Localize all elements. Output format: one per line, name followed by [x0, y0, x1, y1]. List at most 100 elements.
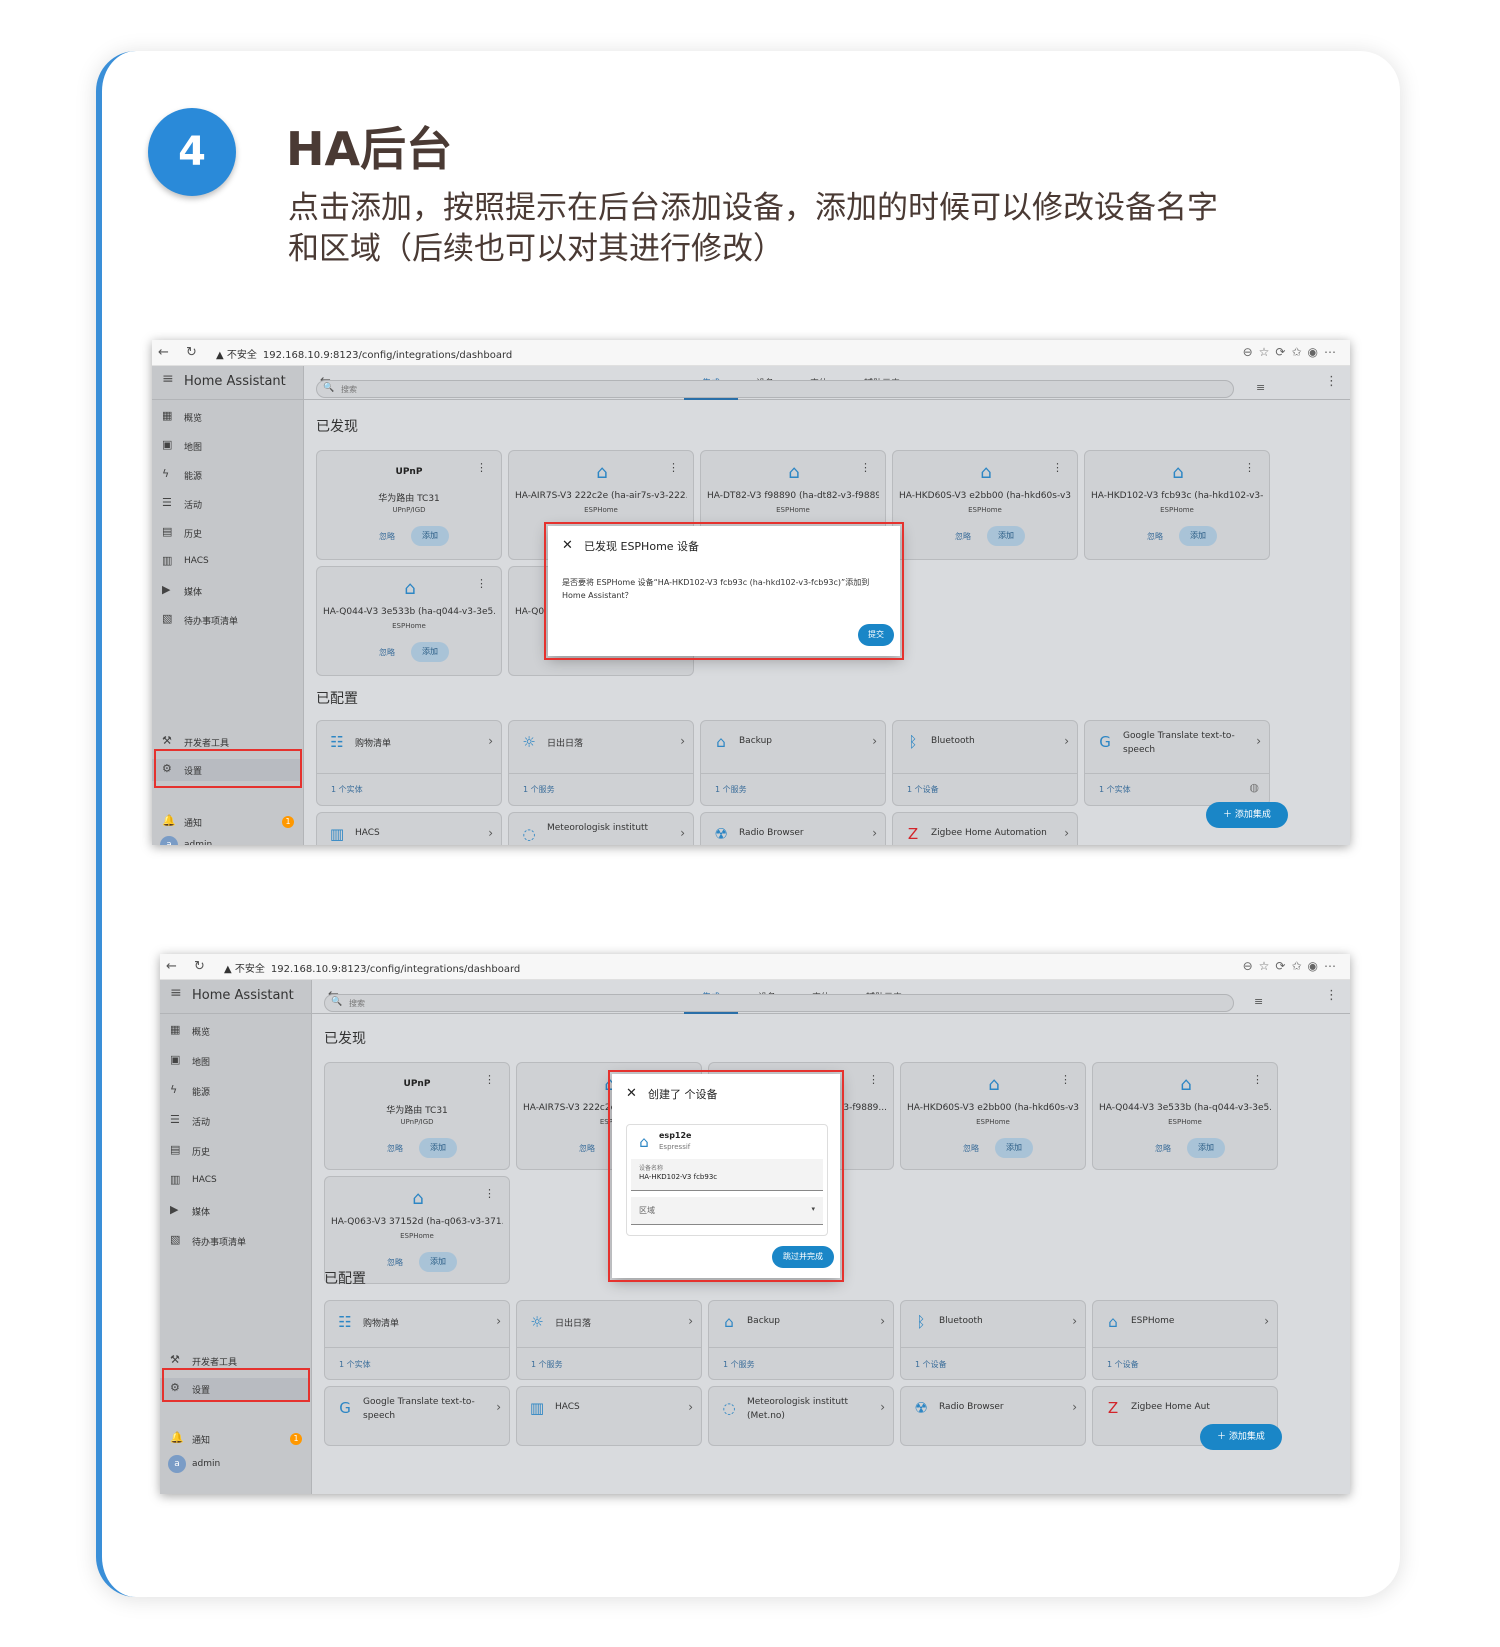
sidebar-item-logbook[interactable]: ☰ 活动 — [152, 493, 302, 515]
integration-card[interactable]: G Google Translate text-to- speech › — [324, 1386, 510, 1446]
ignore-button[interactable]: 忽略 — [379, 531, 395, 542]
sidebar-item-overview[interactable]: ▦ 概览 — [160, 1020, 310, 1042]
sidebar-item-user[interactable]: admin — [160, 1454, 310, 1476]
add-integration-button[interactable]: ＋ 添加集成 — [1200, 1424, 1282, 1450]
sidebar-item-logbook[interactable]: ☰ 活动 — [160, 1110, 310, 1132]
discovered-card[interactable]: UPnP ⋮ 华为路由 TC31 UPnP/IGD 忽略 添加 — [324, 1062, 510, 1170]
sidebar-item-media[interactable]: ▶ 媒体 — [152, 580, 302, 602]
menu-icon[interactable]: ≡ — [162, 371, 174, 387]
filter-icon[interactable]: ≡ — [1256, 381, 1265, 394]
ignore-button[interactable]: 忽略 — [963, 1143, 979, 1154]
chevron-right-icon: › — [688, 1400, 693, 1414]
more-vert-icon[interactable]: ⋮ — [1244, 461, 1255, 474]
integration-card[interactable]: ◌ Meteorologisk institutt › — [508, 812, 694, 845]
add-button[interactable]: 添加 — [411, 526, 449, 546]
browser-toolbar: ← ↻ ▲ 不安全 192.168.10.9:8123/config/integr… — [152, 340, 1350, 366]
more-vert-icon[interactable]: ⋮ — [476, 461, 487, 474]
sidebar-item-notifications[interactable]: 🔔 通知 — [152, 811, 302, 833]
integration-card[interactable]: ☷ 购物清单 › 1 个实体 — [316, 720, 502, 806]
integration-card[interactable]: ☢ Radio Browser › — [700, 812, 886, 845]
chevron-right-icon: › — [680, 826, 685, 840]
more-vert-icon[interactable]: ⋮ — [1325, 988, 1338, 1003]
esphome-icon: ⌂ — [988, 1074, 1000, 1095]
more-vert-icon[interactable]: ⋮ — [1252, 1073, 1263, 1086]
filter-icon[interactable]: ≡ — [1254, 995, 1263, 1008]
add-button[interactable]: 添加 — [419, 1138, 457, 1158]
integration-card[interactable]: ⌂ Backup › 1 个服务 — [700, 720, 886, 806]
integration-card[interactable]: ▥ HACS › — [516, 1386, 702, 1446]
sidebar-item-todo[interactable]: ▧ 待办事项清单 — [152, 609, 302, 631]
more-vert-icon[interactable]: ⋮ — [860, 461, 871, 474]
reload-icon[interactable]: ↻ — [194, 959, 205, 974]
ignore-button[interactable]: 忽略 — [387, 1257, 403, 1268]
more-vert-icon[interactable]: ⋮ — [668, 461, 679, 474]
sidebar-item-history[interactable]: ▤ 历史 — [160, 1140, 310, 1162]
shopping-list-icon: ☷ — [338, 1313, 352, 1331]
warning-icon: ▲ — [216, 350, 224, 361]
ignore-button[interactable]: 忽略 — [387, 1143, 403, 1154]
more-vert-icon[interactable]: ⋮ — [868, 1073, 879, 1086]
ignore-button[interactable]: 忽略 — [579, 1143, 595, 1154]
menu-icon[interactable]: ≡ — [170, 985, 182, 1001]
more-vert-icon[interactable]: ⋮ — [484, 1073, 495, 1086]
back-arrow-icon[interactable]: ← — [166, 959, 177, 974]
sidebar-item-energy[interactable]: ϟ 能源 — [152, 464, 302, 486]
discovered-card[interactable]: ⌂ ⋮ HA-HKD60S-V3 e2bb00 (ha-hkd60s-v3...… — [892, 450, 1078, 560]
integration-card[interactable]: ◌ Meteorologisk institutt (Met.no) › — [708, 1386, 894, 1446]
add-button[interactable]: 添加 — [1179, 526, 1217, 546]
sidebar-item-todo[interactable]: ▧ 待办事项清单 — [160, 1230, 310, 1252]
sidebar-item-user[interactable]: admin — [152, 835, 302, 845]
sidebar-item-media[interactable]: ▶ 媒体 — [160, 1200, 310, 1222]
integration-card[interactable]: G Google Translate text-to- speech › 1 个… — [1084, 720, 1270, 806]
browser-actions-icon[interactable]: ⊖☆⟳✩◉⋯ — [1243, 959, 1342, 973]
integration-card[interactable]: ☼ 日出日落 › 1 个服务 — [516, 1300, 702, 1380]
address-bar[interactable]: ▲ 不安全 192.168.10.9:8123/config/integratio… — [224, 960, 520, 975]
ignore-button[interactable]: 忽略 — [1147, 531, 1163, 542]
sidebar-item-map[interactable]: ▣ 地图 — [160, 1050, 310, 1072]
discovered-card[interactable]: ⌂ ⋮ HA-Q044-V3 3e533b (ha-q044-v3-3e5...… — [316, 566, 502, 676]
sidebar-item-notifications[interactable]: 🔔 通知 — [160, 1428, 310, 1450]
add-button[interactable]: 添加 — [411, 642, 449, 662]
search-input[interactable]: 🔍 搜索 — [316, 380, 1234, 398]
back-arrow-icon[interactable]: ← — [158, 345, 169, 360]
integration-card[interactable]: Z Zigbee Home Automation › — [892, 812, 1078, 845]
add-button[interactable]: 添加 — [995, 1138, 1033, 1158]
integration-card[interactable]: ⌂ Backup › 1 个服务 — [708, 1300, 894, 1380]
integration-card[interactable]: ☢ Radio Browser › — [900, 1386, 1086, 1446]
sidebar-item-energy[interactable]: ϟ 能源 — [160, 1080, 310, 1102]
add-integration-button[interactable]: ＋ 添加集成 — [1206, 802, 1288, 828]
sidebar-item-hacs[interactable]: ▥ HACS — [152, 551, 302, 573]
add-button[interactable]: 添加 — [1187, 1138, 1225, 1158]
discovered-card[interactable]: ⌂ ⋮ HA-HKD60S-V3 e2bb00 (ha-hkd60s-v3...… — [900, 1062, 1086, 1170]
integration-card[interactable]: ᛒ Bluetooth › 1 个设备 — [900, 1300, 1086, 1380]
address-bar[interactable]: ▲ 不安全 192.168.10.9:8123/config/integratio… — [216, 346, 512, 361]
browser-actions-icon[interactable]: ⊖☆⟳✩◉⋯ — [1243, 345, 1342, 359]
integration-card[interactable]: ▥ HACS › — [316, 812, 502, 845]
ignore-button[interactable]: 忽略 — [955, 531, 971, 542]
discovered-card[interactable]: ⌂ ⋮ HA-Q044-V3 3e533b (ha-q044-v3-3e5...… — [1092, 1062, 1278, 1170]
more-vert-icon[interactable]: ⋮ — [484, 1187, 495, 1200]
ignore-button[interactable]: 忽略 — [379, 647, 395, 658]
reload-icon[interactable]: ↻ — [186, 345, 197, 360]
more-vert-icon[interactable]: ⋮ — [1325, 374, 1338, 389]
sidebar-item-map[interactable]: ▣ 地图 — [152, 435, 302, 457]
sidebar-item-hacs[interactable]: ▥ HACS — [160, 1170, 310, 1192]
discovered-card[interactable]: UPnP ⋮ 华为路由 TC31 UPnP/IGD 忽略 添加 — [316, 450, 502, 560]
more-vert-icon[interactable]: ⋮ — [1060, 1073, 1071, 1086]
add-button[interactable]: 添加 — [987, 526, 1025, 546]
integration-card[interactable]: ⌂ ESPHome › 1 个设备 — [1092, 1300, 1278, 1380]
more-vert-icon[interactable]: ⋮ — [1052, 461, 1063, 474]
integration-card[interactable]: ☷ 购物清单 › 1 个实体 — [324, 1300, 510, 1380]
sidebar-item-overview[interactable]: ▦ 概览 — [152, 406, 302, 428]
url-text: 192.168.10.9:8123/config/integrations/da… — [262, 350, 513, 361]
integration-card[interactable]: ᛒ Bluetooth › 1 个设备 — [892, 720, 1078, 806]
screenshot-discovered-dialog: ← ↻ ▲ 不安全 192.168.10.9:8123/config/integr… — [152, 340, 1350, 845]
discovered-card[interactable]: ⌂ ⋮ HA-HKD102-V3 fcb93c (ha-hkd102-v3-..… — [1084, 450, 1270, 560]
add-button[interactable]: 添加 — [419, 1252, 457, 1272]
more-vert-icon[interactable]: ⋮ — [476, 577, 487, 590]
energy-icon: ϟ — [170, 1083, 178, 1096]
ignore-button[interactable]: 忽略 — [1155, 1143, 1171, 1154]
integration-card[interactable]: ☼ 日出日落 › 1 个服务 — [508, 720, 694, 806]
search-input[interactable]: 🔍 搜索 — [324, 994, 1234, 1012]
sidebar-item-history[interactable]: ▤ 历史 — [152, 522, 302, 544]
